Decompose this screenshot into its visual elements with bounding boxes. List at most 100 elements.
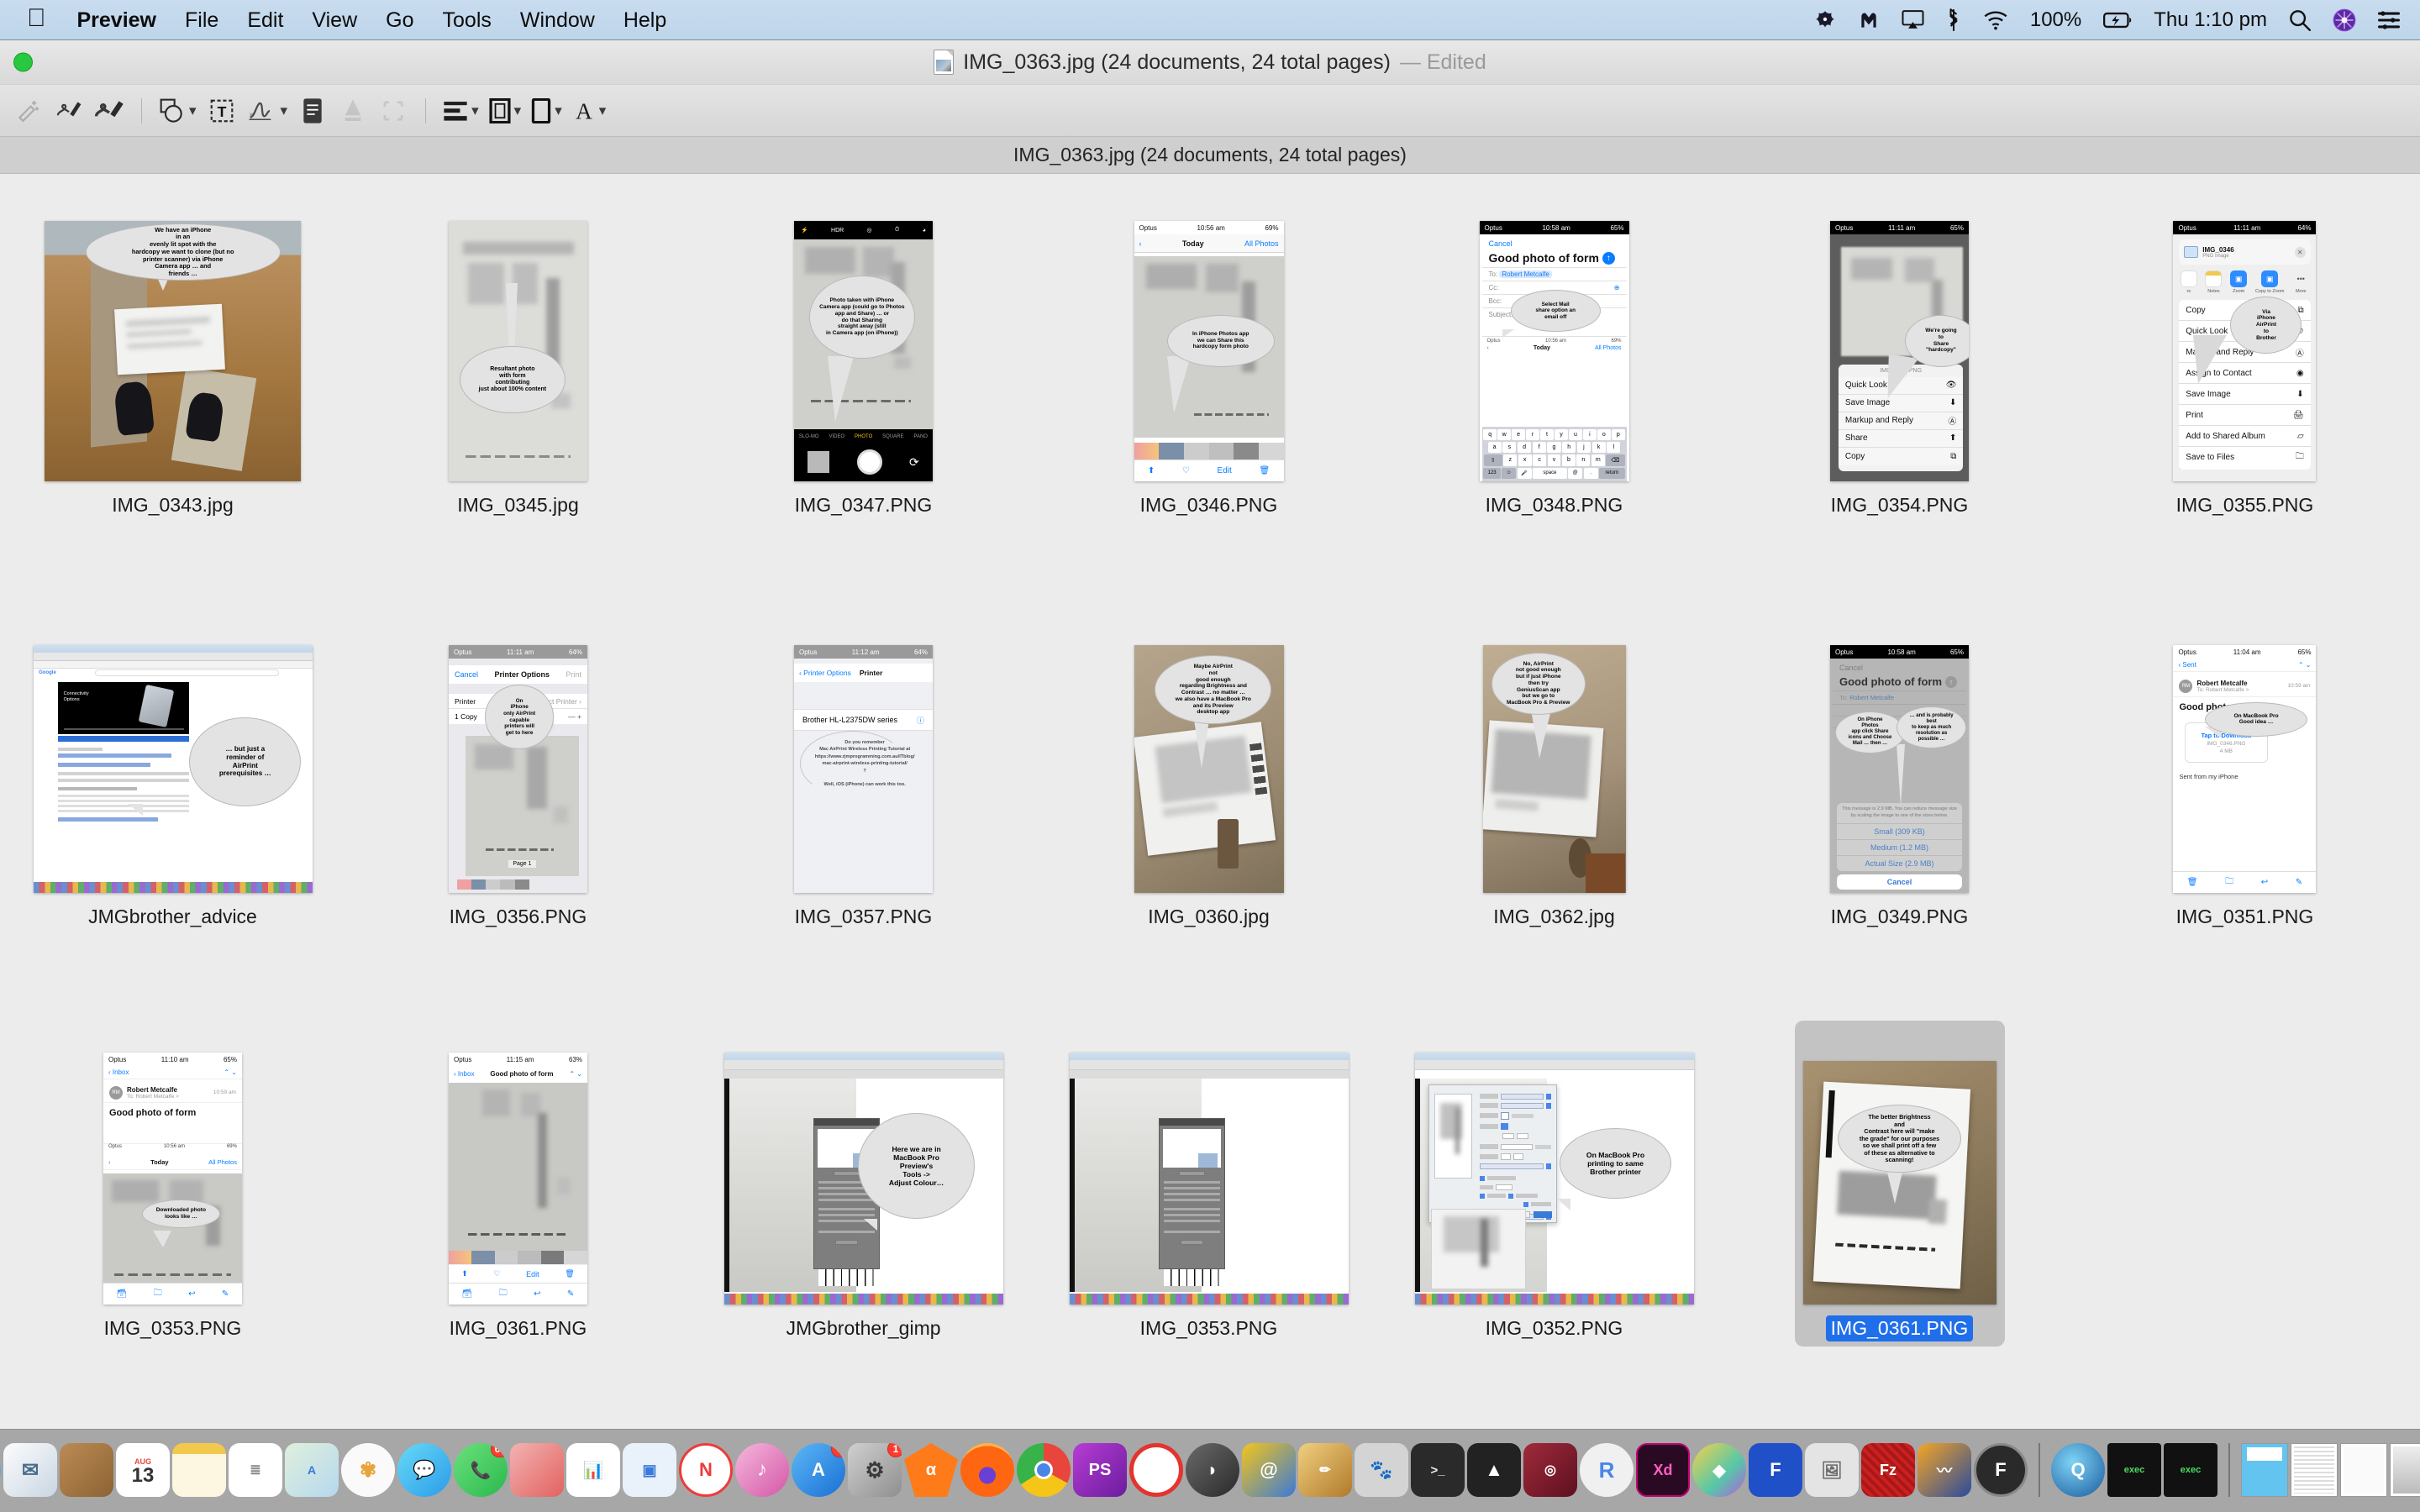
wifi-icon[interactable] xyxy=(1983,10,2008,30)
copies-stepper[interactable]: — + xyxy=(568,712,581,721)
next-message-icon[interactable]: ⌄ xyxy=(231,1068,237,1076)
prev-message-icon[interactable]: ⌃ xyxy=(224,1068,229,1076)
folder-icon[interactable]: 🗀 xyxy=(154,1287,162,1301)
dock-app-logic[interactable]: ◎ xyxy=(1523,1443,1577,1497)
bluetooth-icon[interactable] xyxy=(1946,8,1961,32)
to-field-value[interactable]: Robert Metcalfe xyxy=(1499,270,1552,278)
thumbnail-item-img0349[interactable]: Optus 10:58 am 65% Cancel Good photo of … xyxy=(1727,604,2072,1016)
send-button[interactable]: ↑ xyxy=(1945,675,1958,688)
malwarebytes-m-icon[interactable] xyxy=(1858,9,1880,31)
menu-item-label[interactable]: Save Image xyxy=(2186,390,2230,399)
info-icon[interactable]: ⓘ xyxy=(917,715,924,726)
camera-mode-slomo[interactable]: SLO-MO xyxy=(799,434,819,439)
share-icon[interactable]: ⬆ xyxy=(1148,466,1155,475)
heart-icon[interactable]: ♡ xyxy=(493,1269,500,1278)
spotlight-search-icon[interactable] xyxy=(2289,9,2311,31)
dock-app-terminal[interactable]: >_ xyxy=(1411,1443,1465,1497)
dock-minimized-window[interactable] xyxy=(2390,1443,2420,1497)
camera-mode-photo[interactable]: PHOTO xyxy=(855,434,872,439)
thumbnail-item-img0360[interactable]: Maybe AirPrint not good enough regarding… xyxy=(1036,604,1381,1016)
thumbnail-item-jmgbrother-gimp[interactable]: Here we are in MacBook Pro Preview's Too… xyxy=(691,1016,1036,1427)
dock-app-adobe-xd[interactable]: Xd xyxy=(1636,1443,1690,1497)
back-button[interactable]: ‹ Printer Options xyxy=(799,669,851,677)
menu-item-label[interactable]: Quick Look xyxy=(2186,327,2228,336)
dock-app-filezilla[interactable]: Fz xyxy=(1861,1443,1915,1497)
compose-icon[interactable]: ✎ xyxy=(2296,878,2302,887)
dock-app-app-store[interactable]: A6 xyxy=(792,1443,845,1497)
dock-app-gimp[interactable]: 🐾 xyxy=(1355,1443,1408,1497)
dock-app-numbers[interactable]: 📊 xyxy=(566,1443,620,1497)
share-icon[interactable]: ⬆ xyxy=(461,1269,468,1278)
dock-app-sublime[interactable]: @ xyxy=(1242,1443,1296,1497)
thumbnail-item-img0351[interactable]: Optus 11:04 am 65% ‹ Sent ⌃ ⌄ RM Robert … xyxy=(2072,604,2417,1016)
sheet-cancel-button[interactable]: Cancel xyxy=(1836,874,1963,890)
share-app-copy-to-zoom[interactable]: ▣ Copy to Zoom xyxy=(2255,270,2284,294)
sketch-icon[interactable] xyxy=(49,92,89,130)
share-app-zoom[interactable]: ▣ Zoom xyxy=(2230,270,2248,294)
dock-app-alfred[interactable]: α xyxy=(904,1443,958,1497)
instant-alpha-icon[interactable] xyxy=(8,92,49,130)
signature-icon[interactable]: x ▾ xyxy=(242,92,293,130)
dock-app-notes[interactable] xyxy=(172,1443,226,1497)
dock-app-firefox[interactable] xyxy=(960,1443,1014,1497)
thumbnail-item-img0346[interactable]: Optus 10:56 am 69% ‹ Today All Photos In… xyxy=(1036,192,1381,604)
thumbnail-item-img0353-inbox[interactable]: Optus 11:10 am 65% ‹ Inbox ⌃ ⌄ RM Robert… xyxy=(0,1016,345,1427)
share-app-notes[interactable]: Notes xyxy=(2205,270,2223,294)
flip-camera-icon[interactable]: ⟳ xyxy=(909,455,919,470)
archive-icon[interactable]: 🗃 xyxy=(117,1289,128,1299)
thumbnail-item-img0354[interactable]: Optus 11:11 am 65% IMG_0346.PNG Quick Lo… xyxy=(1727,192,2072,604)
dock-app-reminders[interactable]: ≣ xyxy=(229,1443,282,1497)
dock[interactable]: ☺ ✦ 🚀 🧭 ✉ AUG13 ≣ A ✾ 💬 📞66 📊 ▣ N ♪ A6 ⚙… xyxy=(0,1429,2420,1512)
close-icon[interactable]: ✕ xyxy=(2294,246,2306,258)
malwarebytes-icon[interactable] xyxy=(1814,9,1836,31)
thumbnail-item-img0356[interactable]: Optus 11:11 am 64% Cancel Printer Option… xyxy=(345,604,691,1016)
edit-button[interactable]: Edit xyxy=(526,1270,539,1278)
menu-item-label[interactable]: Share xyxy=(1845,433,1868,443)
thumbnail-item-img0362[interactable]: No, AirPrint not good enough but if just… xyxy=(1381,604,1727,1016)
dock-app-white-app[interactable]: ◗ xyxy=(1186,1443,1239,1497)
all-photos-button[interactable]: All Photos xyxy=(1244,239,1279,248)
note-icon[interactable] xyxy=(292,92,333,130)
size-option-small[interactable]: Small (309 KB) xyxy=(1836,823,1963,839)
dock-app-maps[interactable]: A xyxy=(285,1443,339,1497)
size-option-medium[interactable]: Medium (1.2 MB) xyxy=(1836,839,1963,855)
menu-tools[interactable]: Tools xyxy=(429,0,506,40)
dock-app-inkscape[interactable]: ▲ xyxy=(1467,1443,1521,1497)
thumbnail-item-img0361-selected[interactable]: The better Brightness and Contrast here … xyxy=(1727,1016,2072,1427)
contact-sheet-view[interactable]: We have an iPhone in an evenly lit spot … xyxy=(0,174,2420,1429)
dock-app-r-studio[interactable]: R xyxy=(1580,1443,1634,1497)
thumbnail-item-jmgbrother-advice[interactable]: Google Connectivity Options … but just a… xyxy=(0,604,345,1016)
siri-icon[interactable] xyxy=(2333,8,2356,32)
dock-minimized-window[interactable] xyxy=(2291,1443,2338,1497)
control-center-icon[interactable] xyxy=(2378,10,2400,29)
dock-app-audacity[interactable]: 〰 xyxy=(1918,1443,1971,1497)
size-option-actual[interactable]: Actual Size (2.9 MB) xyxy=(1836,855,1963,871)
dock-app-illustrator[interactable]: ✏ xyxy=(1298,1443,1352,1497)
menu-window[interactable]: Window xyxy=(506,0,609,40)
cancel-button[interactable]: Cancel xyxy=(1482,236,1627,251)
text-icon[interactable]: T xyxy=(202,92,242,130)
menu-item-label[interactable]: Add to Shared Album xyxy=(2186,432,2265,441)
shutter-button[interactable] xyxy=(856,449,882,475)
cc-field-label[interactable]: Cc: xyxy=(1489,284,1499,291)
back-button[interactable]: ‹ Inbox xyxy=(108,1068,129,1076)
back-button[interactable]: ‹ Inbox xyxy=(454,1070,474,1078)
inner-back-button[interactable]: ‹ xyxy=(108,1158,111,1166)
dock-minimized-window[interactable] xyxy=(2340,1443,2387,1497)
back-button[interactable]: ‹ Sent xyxy=(2178,661,2196,669)
dock-app-keynote[interactable]: ▣ xyxy=(623,1443,676,1497)
next-message-icon[interactable]: ⌄ xyxy=(576,1070,582,1078)
prev-message-icon[interactable]: ⌃ xyxy=(569,1070,575,1078)
font-icon[interactable]: A ▾ xyxy=(567,92,612,130)
compose-icon[interactable]: ✎ xyxy=(567,1289,574,1299)
menu-item-label[interactable]: Copy xyxy=(2186,306,2205,315)
menu-item-label[interactable]: Save Image xyxy=(1845,398,1890,407)
prev-message-icon[interactable]: ⌃ xyxy=(2298,661,2304,669)
next-message-icon[interactable]: ⌄ xyxy=(2306,661,2312,669)
clock-label[interactable]: Thu 1:10 pm xyxy=(2154,8,2267,32)
thumbnail-item-img0361-photos[interactable]: Optus 11:15 am 63% ‹ Inbox Good photo of… xyxy=(345,1016,691,1427)
share-app-more[interactable]: ••• More xyxy=(2292,270,2310,294)
dock-app-messages[interactable]: 💬 xyxy=(397,1443,451,1497)
menu-item-label[interactable]: Save to Files xyxy=(2186,453,2234,462)
dock-app-chrome[interactable] xyxy=(1017,1443,1071,1497)
